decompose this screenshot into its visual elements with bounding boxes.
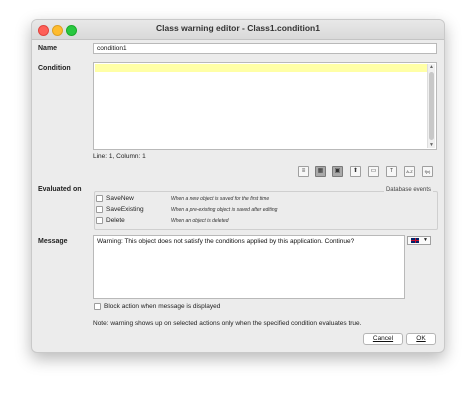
ok-button-label: OK [416,335,426,342]
language-selector[interactable]: ▼ [407,236,431,245]
name-value: condition1 [97,45,127,52]
message-label: Message [38,238,68,245]
note-text: Note: warning shows up on selected actio… [93,320,362,327]
savenew-label: SaveNew [106,195,134,202]
cancel-button-label: Cancel [372,335,394,342]
delete-description: When an object is deleted [171,218,229,224]
window-title: Class warning editor - Class1.condition1 [156,23,320,33]
name-field[interactable]: condition1 [93,43,437,54]
chevron-down-icon: ▼ [423,237,428,243]
condition-scrollbar[interactable]: ▲ ▼ [427,64,435,148]
name-label: Name [38,45,58,52]
evaluated-on-label: Evaluated on [38,186,82,193]
condition-label: Condition [38,65,71,72]
title-bar: Class warning editor - Class1.condition1 [32,20,444,40]
database-events-title: Database events [383,187,433,193]
list-view-icon[interactable]: ≡ [298,166,309,177]
text-format-icon[interactable]: T [386,166,397,177]
block-action-label: Block action when message is displayed [104,303,221,310]
condition-editor[interactable]: ▲ ▼ [93,62,437,150]
scroll-down-icon[interactable]: ▼ [428,142,435,148]
uk-flag-icon [411,238,419,243]
monitor-icon[interactable]: ▭ [368,166,379,177]
current-line-highlight [95,64,427,72]
message-text: Warning: This object does not satisfy th… [97,238,355,245]
cursor-position-status: Line: 1, Column: 1 [93,153,146,160]
scroll-thumb[interactable] [429,72,434,140]
grid-alt-icon[interactable]: ▣ [332,166,343,177]
upload-icon[interactable]: ⬆ [350,166,361,177]
grid-icon[interactable]: ▦ [315,166,326,177]
savenew-checkbox[interactable] [96,195,103,202]
sort-icon[interactable]: A-Z [404,166,415,177]
delete-label: Delete [106,217,125,224]
saveexisting-description: When a pre-existing object is saved afte… [171,207,278,213]
function-icon[interactable]: f(x) [422,166,433,177]
cancel-button[interactable]: Cancel [363,333,403,345]
delete-checkbox[interactable] [96,217,103,224]
saveexisting-checkbox[interactable] [96,206,103,213]
savenew-description: When a new object is saved for the first… [171,196,270,202]
message-field[interactable]: Warning: This object does not satisfy th… [93,235,405,299]
block-action-checkbox[interactable] [94,303,101,310]
ok-button[interactable]: OK [406,333,436,345]
class-warning-editor-window: Class warning editor - Class1.condition1… [31,19,445,353]
saveexisting-label: SaveExisting [106,206,144,213]
scroll-up-icon[interactable]: ▲ [428,64,435,70]
